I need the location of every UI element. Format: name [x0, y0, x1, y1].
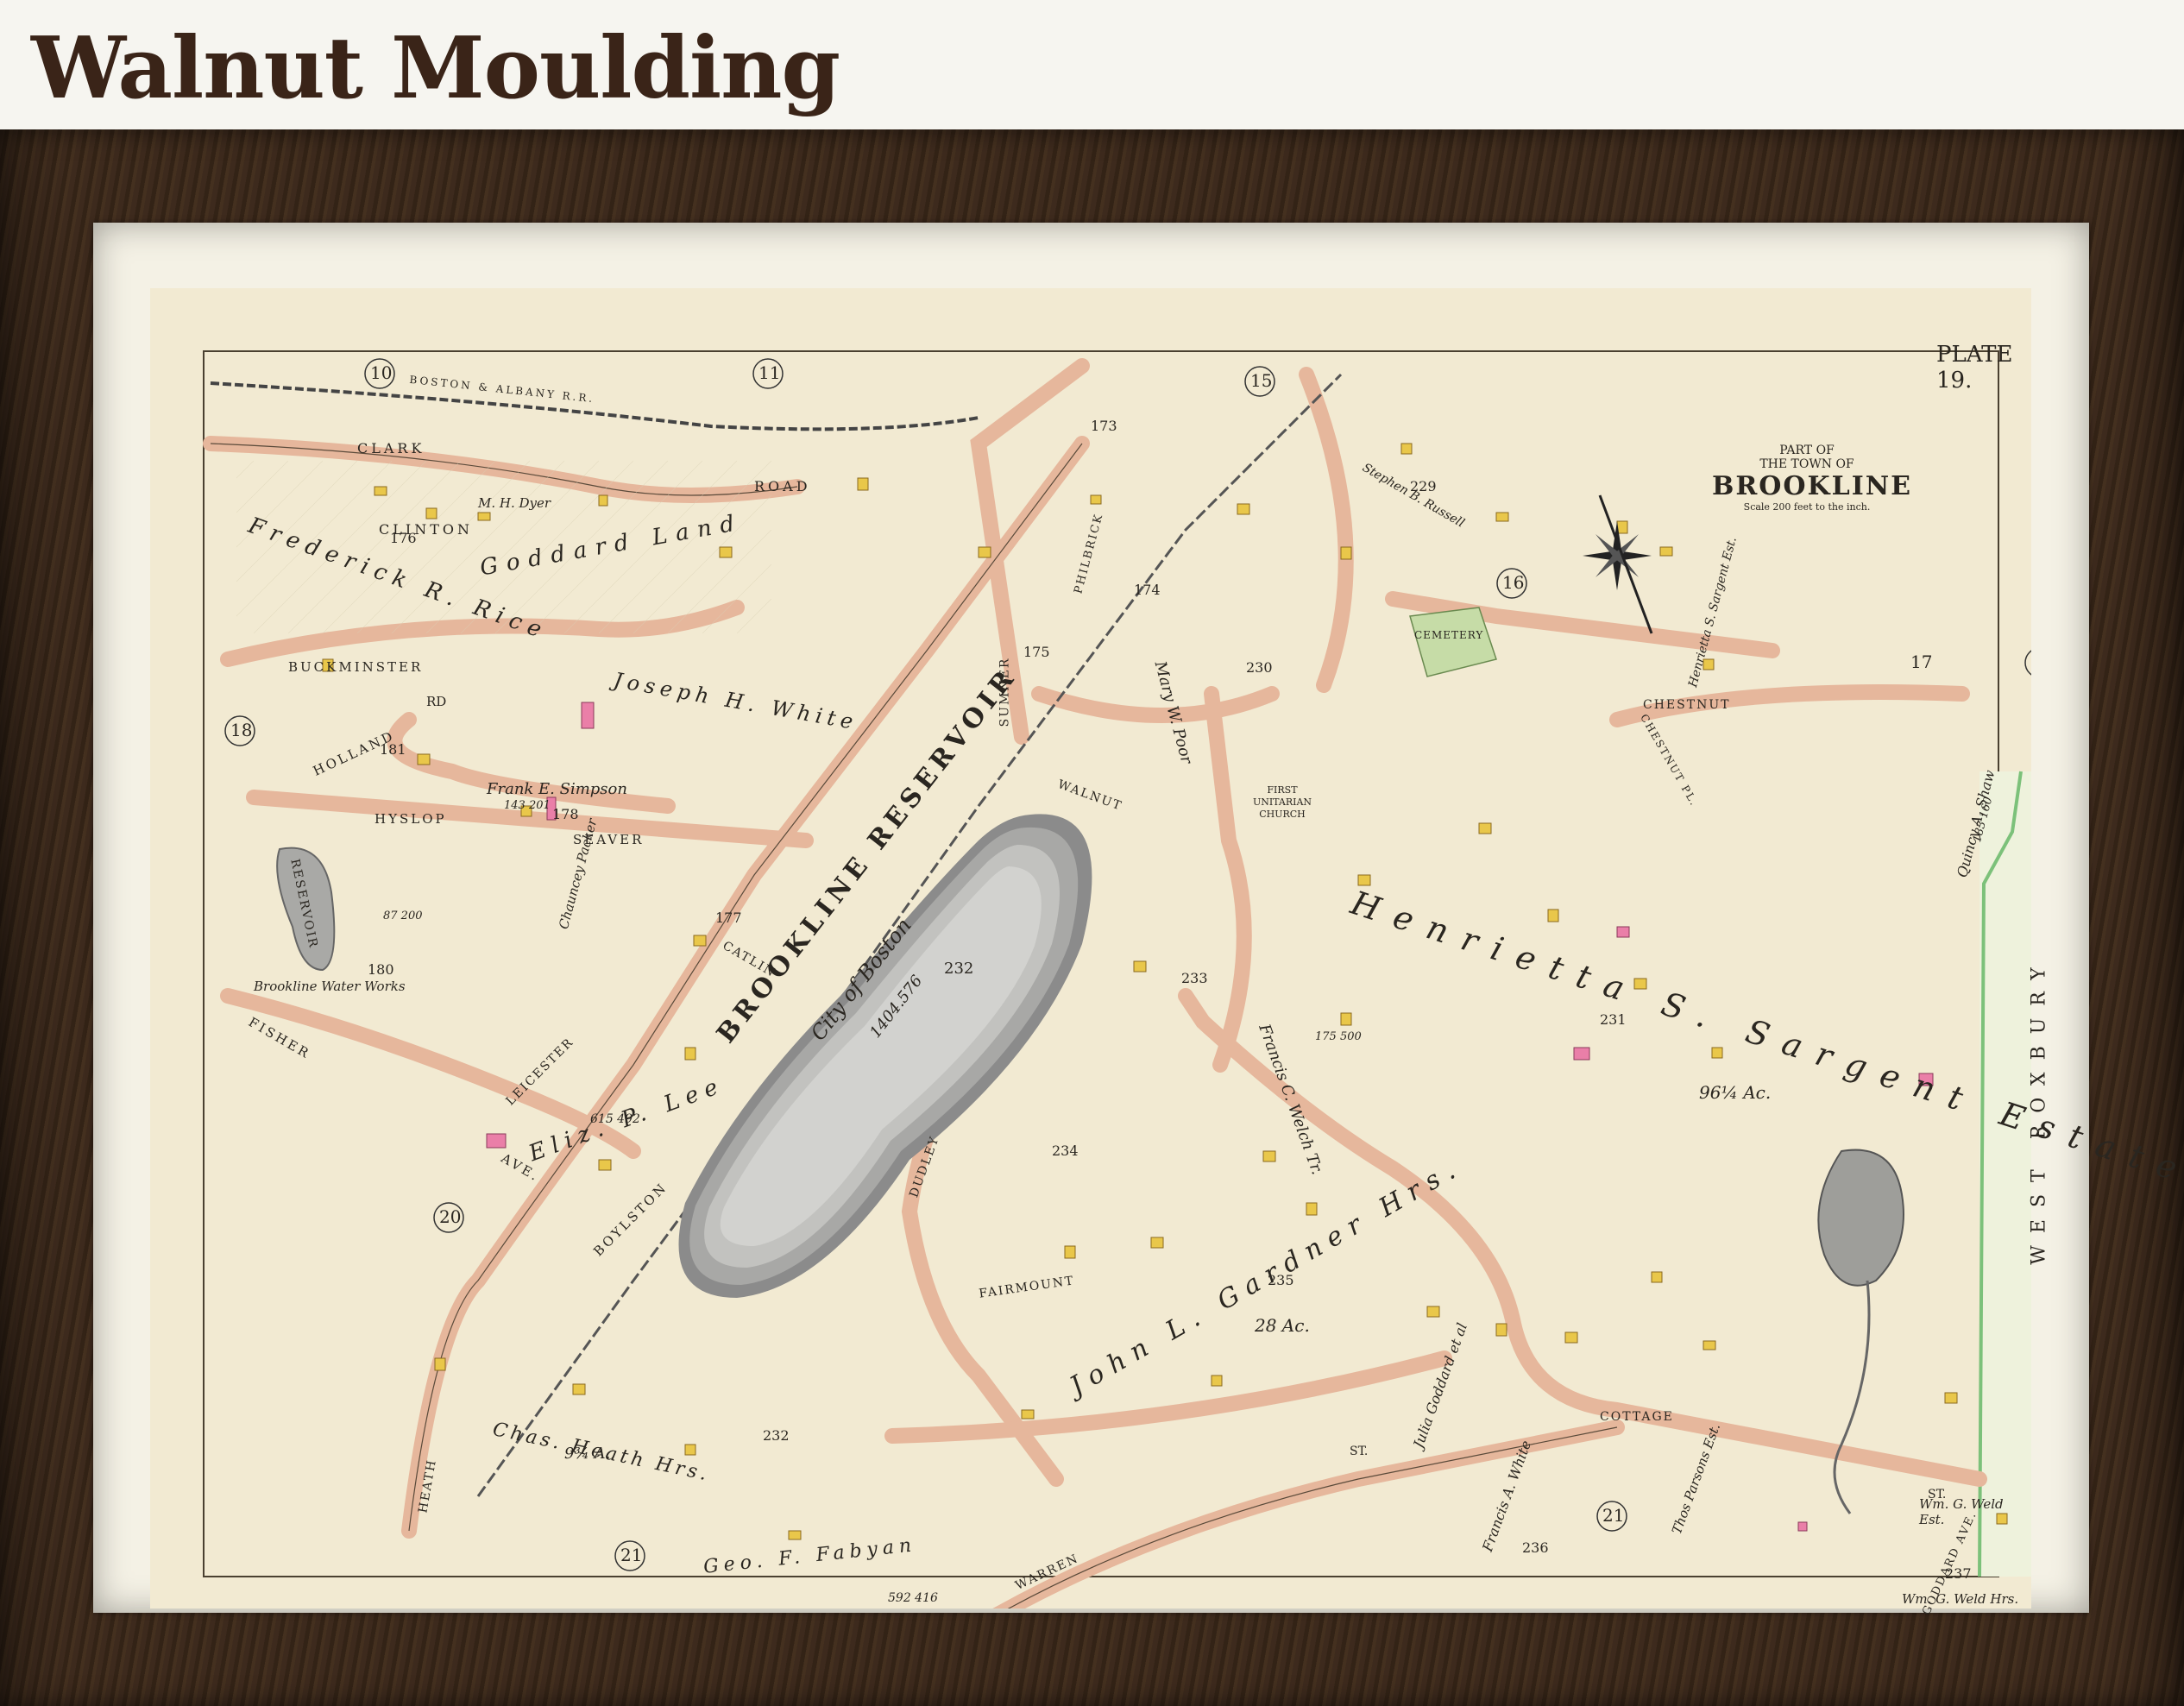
estate-simpson: Frank E. Simpson	[487, 780, 627, 798]
block-177: 177	[715, 910, 742, 926]
block-175: 175	[1023, 644, 1050, 660]
block-180: 180	[368, 961, 394, 978]
block-234: 234	[1052, 1143, 1079, 1159]
acreage-heath: 9¾ A.	[564, 1445, 611, 1463]
street-st: ST.	[1350, 1445, 1369, 1458]
street-rd: RD	[426, 694, 447, 709]
reservoir-block: 232	[944, 960, 974, 978]
estate-julia-goddard: Julia Goddard et al	[1410, 1320, 1471, 1451]
cartouche-line-2: THE TOWN OF	[1759, 457, 1854, 471]
map-cartouche: PART OF THE TOWN OF BROOKLINE Scale 200 …	[1712, 444, 1913, 513]
street-hyslop: HYSLOP	[374, 811, 447, 827]
reservoir-area: 1404.576	[866, 972, 927, 1042]
walnut-frame: PLATE 19. PART OF THE TOWN OF BROOKLINE …	[0, 129, 2184, 1706]
plate-ref-15: 15	[1250, 370, 1273, 391]
plate-ref-20: 20	[439, 1206, 462, 1227]
cartouche-town: BROOKLINE	[1712, 471, 1913, 501]
estate-water-works: Brookline Water Works	[254, 979, 406, 994]
street-leicester: LEICESTER	[503, 1035, 577, 1109]
mat-board: PLATE 19. PART OF THE TOWN OF BROOKLINE …	[93, 223, 2184, 1677]
street-heath: HEATH	[416, 1457, 440, 1514]
plate-ref-21a: 21	[620, 1545, 643, 1565]
block-178: 178	[552, 806, 579, 822]
street-fisher: FISHER	[245, 1014, 314, 1062]
street-cottage: COTTAGE	[1600, 1410, 1674, 1424]
cartouche-line-1: PART OF	[1779, 444, 1835, 457]
block-232: 232	[763, 1427, 790, 1444]
estate-fabyan: Geo. F. Fabyan	[702, 1534, 918, 1578]
estate-parsons: Thos Parsons Est.	[1669, 1421, 1724, 1537]
railroad-label: BOSTON & ALBANY R.R.	[408, 373, 595, 406]
estate-sargent: Henrietta S. Sargent Estate	[1346, 884, 2184, 1193]
area-fabyan: 592 416	[888, 1591, 938, 1605]
plate-ref-18: 18	[230, 720, 253, 740]
plate-ref-17: 17	[1910, 652, 1933, 672]
block-173: 173	[1091, 418, 1117, 434]
acreage-sargent: 96¼ Ac.	[1699, 1082, 1772, 1103]
area-lee: 615 492	[590, 1112, 640, 1126]
street-road: ROAD	[754, 478, 811, 494]
area-welch: 175 500	[1315, 1030, 1362, 1043]
street-philbrick: PHILBRICK	[1072, 512, 1106, 595]
estate-russell: Stephen B. Russell	[1360, 461, 1467, 531]
plate-ref-21b: 21	[1602, 1505, 1625, 1526]
estate-dyer: M. H. Dyer	[478, 495, 551, 511]
street-chestnut: CHESTNUT	[1643, 698, 1731, 712]
block-231: 231	[1600, 1011, 1627, 1028]
page-title: Walnut Moulding	[31, 19, 840, 118]
cemetery-label: CEMETERY	[1414, 629, 1484, 641]
block-181: 181	[380, 741, 406, 758]
antique-map: PLATE 19. PART OF THE TOWN OF BROOKLINE …	[150, 288, 2184, 1677]
block-230: 230	[1246, 659, 1273, 676]
block-236: 236	[1522, 1539, 1549, 1556]
street-fairmount: FAIRMOUNT	[978, 1274, 1076, 1301]
plate-ref-10: 10	[370, 362, 393, 383]
street-warren: WARREN	[1013, 1551, 1082, 1594]
estate-francis-white: Francis A. White	[1479, 1438, 1535, 1554]
block-235: 235	[1268, 1272, 1294, 1288]
block-229: 229	[1410, 478, 1437, 494]
block-233: 233	[1181, 970, 1208, 986]
street-clark: CLARK	[357, 440, 425, 456]
street-buckminster: BUCKMINSTER	[288, 659, 424, 675]
church-label: FIRST UNITARIAN CHURCH	[1252, 784, 1312, 820]
street-sumner: SUMNER	[998, 657, 1012, 727]
estate-weld-hrs: Wm. G. Weld Hrs.	[1902, 1591, 2019, 1607]
cartouche-scale: Scale 200 feet to the inch.	[1743, 501, 1871, 513]
estate-weld-est: Wm. G. Weld Est.	[1919, 1496, 2004, 1527]
estate-gardner: John L. Gardner Hrs.	[1065, 1151, 1469, 1402]
block-176: 176	[390, 530, 417, 546]
street-dudley: DUDLEY	[907, 1134, 942, 1199]
page-header: Walnut Moulding	[0, 0, 2184, 129]
estate-poor: Mary W. Poor	[1150, 659, 1196, 766]
estate-goddard-land: Goddard Land	[478, 509, 746, 582]
plate-number: PLATE 19.	[1936, 342, 2013, 393]
street-chestnut-pl: CHESTNUT PL.	[1638, 712, 1701, 809]
area-simpson: 143 201	[504, 799, 551, 812]
small-reservoir-label: RESERVOIR	[287, 858, 321, 951]
block-237: 237	[1945, 1565, 1972, 1582]
plate-ref-11: 11	[758, 362, 781, 383]
estate-white: Joseph H. White	[612, 668, 860, 735]
street-boylston: BOYLSTON	[590, 1179, 670, 1260]
estate-sargent-est: Henrietta S. Sargent Est.	[1686, 535, 1740, 689]
estate-welch: Francis C. Welch Tr.	[1255, 1022, 1326, 1178]
acreage-gardner: 28 Ac.	[1255, 1315, 1310, 1336]
plate-ref-16: 16	[1502, 572, 1525, 593]
block-174: 174	[1134, 582, 1161, 598]
street-walnut: WALNUT	[1055, 777, 1124, 814]
area-rice: 87 200	[383, 910, 423, 922]
